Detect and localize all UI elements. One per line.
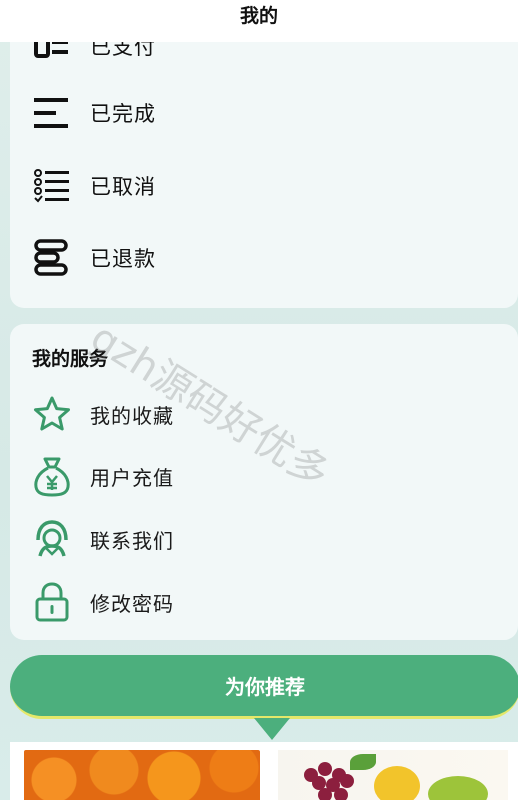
- star-icon: [34, 396, 70, 431]
- section-title: 我的服务: [32, 348, 109, 370]
- fruit-shape: [428, 776, 488, 800]
- service-item-label: 我的收藏: [90, 403, 174, 428]
- grape-shape: [334, 788, 348, 800]
- recommend-pointer: [254, 718, 290, 740]
- order-item-label: 已退款: [90, 247, 156, 271]
- product-image-oranges[interactable]: [24, 750, 260, 800]
- order-item-cancelled[interactable]: 已取消: [34, 166, 156, 206]
- lock-icon: [35, 582, 69, 622]
- service-item-contact-us[interactable]: 联系我们: [32, 519, 174, 559]
- recommend-title: 为你推荐: [225, 675, 305, 699]
- order-item-label: 已取消: [90, 175, 156, 199]
- order-item-label: 已完成: [90, 102, 156, 126]
- grape-shape: [318, 788, 332, 800]
- completed-icon: [34, 98, 68, 128]
- grape-shape: [318, 762, 332, 776]
- my-services-card: 我的服务 我的收藏 用户充值 联系我们 修改密码: [10, 324, 518, 640]
- product-image-fruit-basket[interactable]: [278, 750, 508, 800]
- recommend-banner: 为你推荐: [10, 655, 518, 719]
- service-item-label: 用户充值: [90, 465, 174, 490]
- grape-shape: [340, 774, 354, 788]
- top-navigation-bar: 我的: [0, 0, 518, 42]
- leaf-decoration: [350, 754, 376, 770]
- page-title: 我的: [239, 4, 278, 27]
- order-item-refunded[interactable]: 已退款: [34, 238, 156, 278]
- service-item-favorites[interactable]: 我的收藏: [32, 394, 174, 434]
- money-bag-icon: [34, 457, 70, 497]
- service-item-label: 修改密码: [90, 591, 174, 616]
- service-item-recharge[interactable]: 用户充值: [32, 456, 174, 497]
- refund-icon: [34, 239, 68, 276]
- customer-service-icon: [36, 520, 68, 557]
- service-item-label: 联系我们: [90, 528, 174, 553]
- cancelled-icon: [34, 169, 69, 203]
- order-item-completed[interactable]: 已完成: [34, 93, 156, 133]
- service-item-change-password[interactable]: 修改密码: [32, 582, 174, 622]
- fruit-shape: [374, 766, 420, 800]
- profile-page: 我的 已支付 已完成 已取消 已退款 我的服务 我的收藏 用户充值 联系我们 修…: [0, 0, 518, 800]
- order-status-card: 已支付 已完成 已取消 已退款: [10, 0, 518, 308]
- recommended-products: [10, 742, 518, 800]
